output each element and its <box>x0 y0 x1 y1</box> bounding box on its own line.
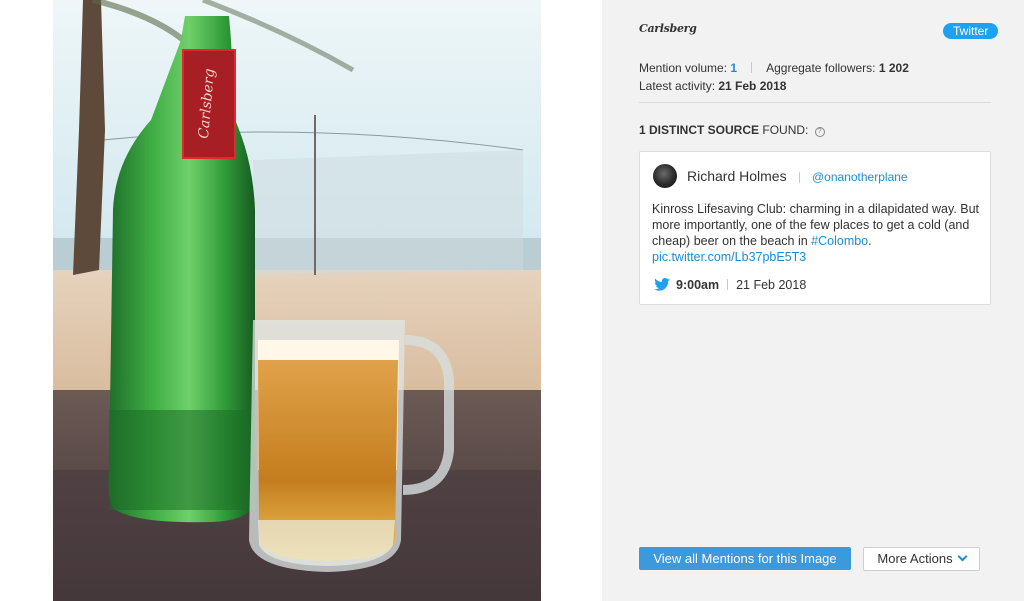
latest-activity-value: 21 Feb 2018 <box>718 79 787 93</box>
followers-label: Aggregate followers: <box>766 61 876 75</box>
sources-heading: 1 DISTINCT SOURCE FOUND: ? <box>639 123 825 137</box>
mention-details-panel: Carlsberg Twitter Mention volume: 1 Aggr… <box>602 0 1024 601</box>
latest-activity-label: Latest activity: <box>639 79 716 93</box>
mention-stats: Mention volume: 1 Aggregate followers: 1… <box>639 59 909 95</box>
avatar[interactable] <box>653 164 677 188</box>
view-all-mentions-button[interactable]: View all Mentions for this Image <box>639 547 851 570</box>
mention-volume-label: Mention volume: <box>639 61 728 75</box>
author-handle-link[interactable]: @onanotherplane <box>812 170 908 184</box>
mention-detail-view: Carlsberg Carlsberg Twitter Mention volu… <box>0 0 1024 601</box>
sources-count: 1 DISTINCT SOURCE <box>639 123 760 137</box>
section-divider <box>639 102 991 103</box>
tweet-date: 21 Feb 2018 <box>736 278 807 292</box>
meta-divider <box>727 279 729 290</box>
photo-illustration: Carlsberg <box>53 0 541 601</box>
mention-volume-value[interactable]: 1 <box>730 61 737 75</box>
stats-line-2: Latest activity: 21 Feb 2018 <box>639 77 909 95</box>
stats-divider <box>751 62 753 73</box>
network-badge[interactable]: Twitter <box>943 23 999 39</box>
info-icon[interactable]: ? <box>814 127 825 137</box>
stats-line-1: Mention volume: 1 Aggregate followers: 1… <box>639 59 909 77</box>
tweet-text-end: . <box>868 234 872 248</box>
mention-photo[interactable]: Carlsberg <box>53 0 541 601</box>
author-divider <box>799 172 800 183</box>
twitter-bird-icon <box>654 278 670 291</box>
tweet-card[interactable]: Richard Holmes @onanotherplane Kinross L… <box>639 151 991 305</box>
media-link[interactable]: pic.twitter.com/Lb37pbE5T3 <box>652 250 806 264</box>
more-actions-button[interactable]: More Actions <box>863 547 980 571</box>
chevron-down-icon <box>957 551 968 562</box>
image-pane: Carlsberg <box>0 0 602 601</box>
brand-logo: Carlsberg <box>639 22 697 35</box>
followers-value: 1 202 <box>878 61 909 75</box>
tweet-meta: 9:00am 21 Feb 2018 <box>654 278 806 292</box>
tweet-text: Kinross Lifesaving Club: charming in a d… <box>652 201 984 265</box>
sources-suffix: FOUND: <box>762 123 809 137</box>
hashtag-link[interactable]: #Colombo <box>811 234 868 248</box>
tweet-time[interactable]: 9:00am <box>676 278 719 292</box>
more-actions-label: More Actions <box>877 551 953 566</box>
author-name[interactable]: Richard Holmes <box>687 168 787 184</box>
brand-logo-text: Carlsberg <box>639 22 697 35</box>
